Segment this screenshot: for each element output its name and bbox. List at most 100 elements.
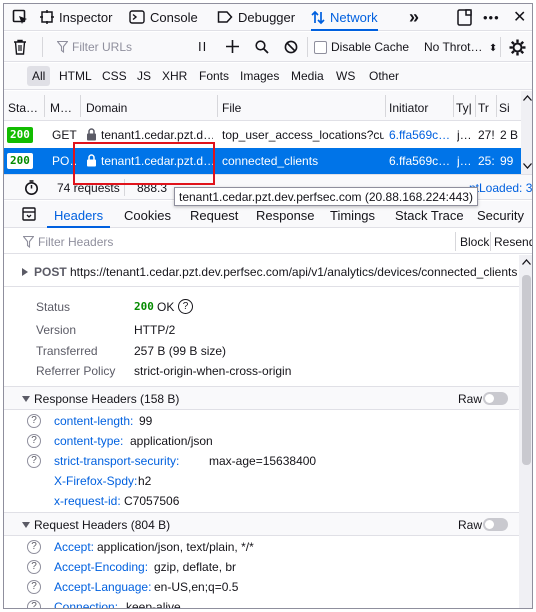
headers-scrollbar[interactable] <box>519 255 532 608</box>
dock-icon[interactable] <box>457 9 473 26</box>
chevron-up-icon[interactable] <box>523 95 532 101</box>
resend-button[interactable]: Resend <box>494 235 532 249</box>
filter-xhr[interactable]: XHR <box>157 66 192 86</box>
throttle-select[interactable]: No Throt… ⬍ <box>424 40 497 54</box>
header-name: strict-transport-security: <box>54 454 180 468</box>
header-value: en-US,en;q=0.5 <box>154 580 239 594</box>
raw-label: Raw <box>458 518 483 532</box>
header-value: C7057506 <box>124 494 180 508</box>
raw-toggle[interactable] <box>483 518 508 531</box>
header-name: Accept: <box>54 540 95 554</box>
request-type-filters: All HTML CSS JS XHR Fonts Images Media W… <box>4 63 532 90</box>
tab-headers[interactable]: Headers <box>54 208 103 223</box>
filter-other[interactable]: Other <box>364 66 404 86</box>
expand-arrow-icon[interactable] <box>22 268 28 276</box>
network-icon <box>311 10 325 25</box>
filter-js[interactable]: JS <box>132 66 156 86</box>
row-size: 2 B <box>500 128 519 142</box>
block-button[interactable]: Block <box>460 235 489 249</box>
disable-cache-label[interactable]: Disable Cache <box>331 40 409 54</box>
status-text: OK <box>157 300 175 314</box>
close-button[interactable]: ✕ <box>513 4 526 30</box>
tab-inspector[interactable]: Inspector <box>40 4 112 30</box>
panel-toggle-icon[interactable] <box>22 207 36 221</box>
help-icon[interactable]: ? <box>27 540 41 554</box>
help-icon[interactable]: ? <box>27 454 41 468</box>
tab-stack-trace[interactable]: Stack Trace <box>395 208 464 223</box>
disable-cache-checkbox[interactable] <box>314 41 327 54</box>
row-initiator: 6.ffa569c… <box>389 154 451 168</box>
column-method[interactable]: M… <box>50 101 76 115</box>
column-transferred[interactable]: Tr <box>478 101 492 115</box>
block-icon[interactable] <box>284 40 298 54</box>
filter-headers-bar: Filter Headers Block Resend <box>4 229 532 254</box>
referrer-policy-value: strict-origin-when-cross-origin <box>134 364 292 378</box>
filter-headers-input[interactable]: Filter Headers <box>38 235 113 249</box>
filter-all[interactable]: All <box>27 66 51 86</box>
header-name: Accept-Encoding: <box>54 560 149 574</box>
column-size[interactable]: Si <box>499 101 515 115</box>
help-icon[interactable]: ? <box>27 600 41 608</box>
highlight-box <box>73 142 215 185</box>
collapse-arrow-icon[interactable] <box>22 396 30 402</box>
filter-icon <box>23 236 34 248</box>
gear-icon[interactable] <box>509 39 526 56</box>
overflow-menu-button[interactable]: ••• <box>483 4 500 30</box>
help-icon[interactable]: ? <box>27 414 41 428</box>
toolbar-divider <box>307 37 308 57</box>
column-domain[interactable]: Domain <box>86 101 206 115</box>
filter-ws[interactable]: WS <box>331 66 360 86</box>
chevron-up-icon[interactable] <box>522 259 531 265</box>
row-transferred: 27! <box>478 128 495 142</box>
column-status[interactable]: Sta… <box>8 101 40 115</box>
filter-icon <box>57 41 68 53</box>
toolbar-divider <box>455 232 456 251</box>
filter-media[interactable]: Media <box>286 66 329 86</box>
headers-panel: POST https://tenant1.cedar.pzt.dev.perfs… <box>4 255 519 608</box>
filter-fonts[interactable]: Fonts <box>194 66 234 86</box>
tab-debugger[interactable]: Debugger <box>217 4 295 30</box>
domain-tooltip: tenant1.cedar.pzt.dev.perfsec.com (20.88… <box>174 187 478 206</box>
tab-timings[interactable]: Timings <box>330 208 375 223</box>
tab-request[interactable]: Request <box>190 208 238 223</box>
version-value: HTTP/2 <box>134 323 176 337</box>
raw-toggle[interactable] <box>483 392 508 405</box>
element-picker-icon[interactable] <box>12 9 29 26</box>
search-icon[interactable] <box>255 40 269 54</box>
tab-network[interactable]: Network <box>311 4 378 31</box>
devtools-toolbar: Inspector Console Debugger Network » •••… <box>4 4 532 31</box>
table-scrollbar[interactable] <box>521 91 532 174</box>
help-icon[interactable]: ? <box>27 434 41 448</box>
filter-css[interactable]: CSS <box>97 66 132 86</box>
tab-security[interactable]: Security <box>477 208 524 223</box>
column-separator <box>44 95 45 117</box>
help-icon[interactable]: ? <box>178 299 193 314</box>
tab-network-label: Network <box>330 9 378 25</box>
request-url[interactable]: https://tenant1.cedar.pzt.dev.perfsec.co… <box>70 265 517 279</box>
request-headers-section[interactable]: Request Headers (804 B) Raw <box>4 512 519 536</box>
column-file[interactable]: File <box>222 101 382 115</box>
request-method: POST <box>34 265 67 279</box>
chevron-down-icon[interactable] <box>523 163 532 169</box>
row-transferred: 25: <box>478 154 495 168</box>
more-tools-button[interactable]: » <box>409 4 419 30</box>
collapse-arrow-icon[interactable] <box>22 522 30 528</box>
tab-console-label: Console <box>150 9 198 25</box>
scrollbar-thumb[interactable] <box>522 275 531 465</box>
pause-button[interactable]: II <box>198 39 207 54</box>
help-icon[interactable]: ? <box>27 560 41 574</box>
tab-response[interactable]: Response <box>256 208 315 223</box>
filter-urls-input[interactable]: Filter URLs <box>72 40 132 54</box>
help-icon[interactable]: ? <box>27 580 41 594</box>
column-type[interactable]: Ty| <box>456 101 471 115</box>
response-headers-section[interactable]: Response Headers (158 B) Raw <box>4 386 519 410</box>
filter-images[interactable]: Images <box>235 66 284 86</box>
filter-html[interactable]: HTML <box>54 66 97 86</box>
status-code: 200 <box>134 300 154 313</box>
raw-label: Raw <box>458 392 483 406</box>
add-icon[interactable] <box>226 40 239 53</box>
tab-cookies[interactable]: Cookies <box>124 208 171 223</box>
trash-icon[interactable] <box>13 39 27 55</box>
tab-console[interactable]: Console <box>129 4 198 30</box>
column-initiator[interactable]: Initiator <box>389 101 449 115</box>
